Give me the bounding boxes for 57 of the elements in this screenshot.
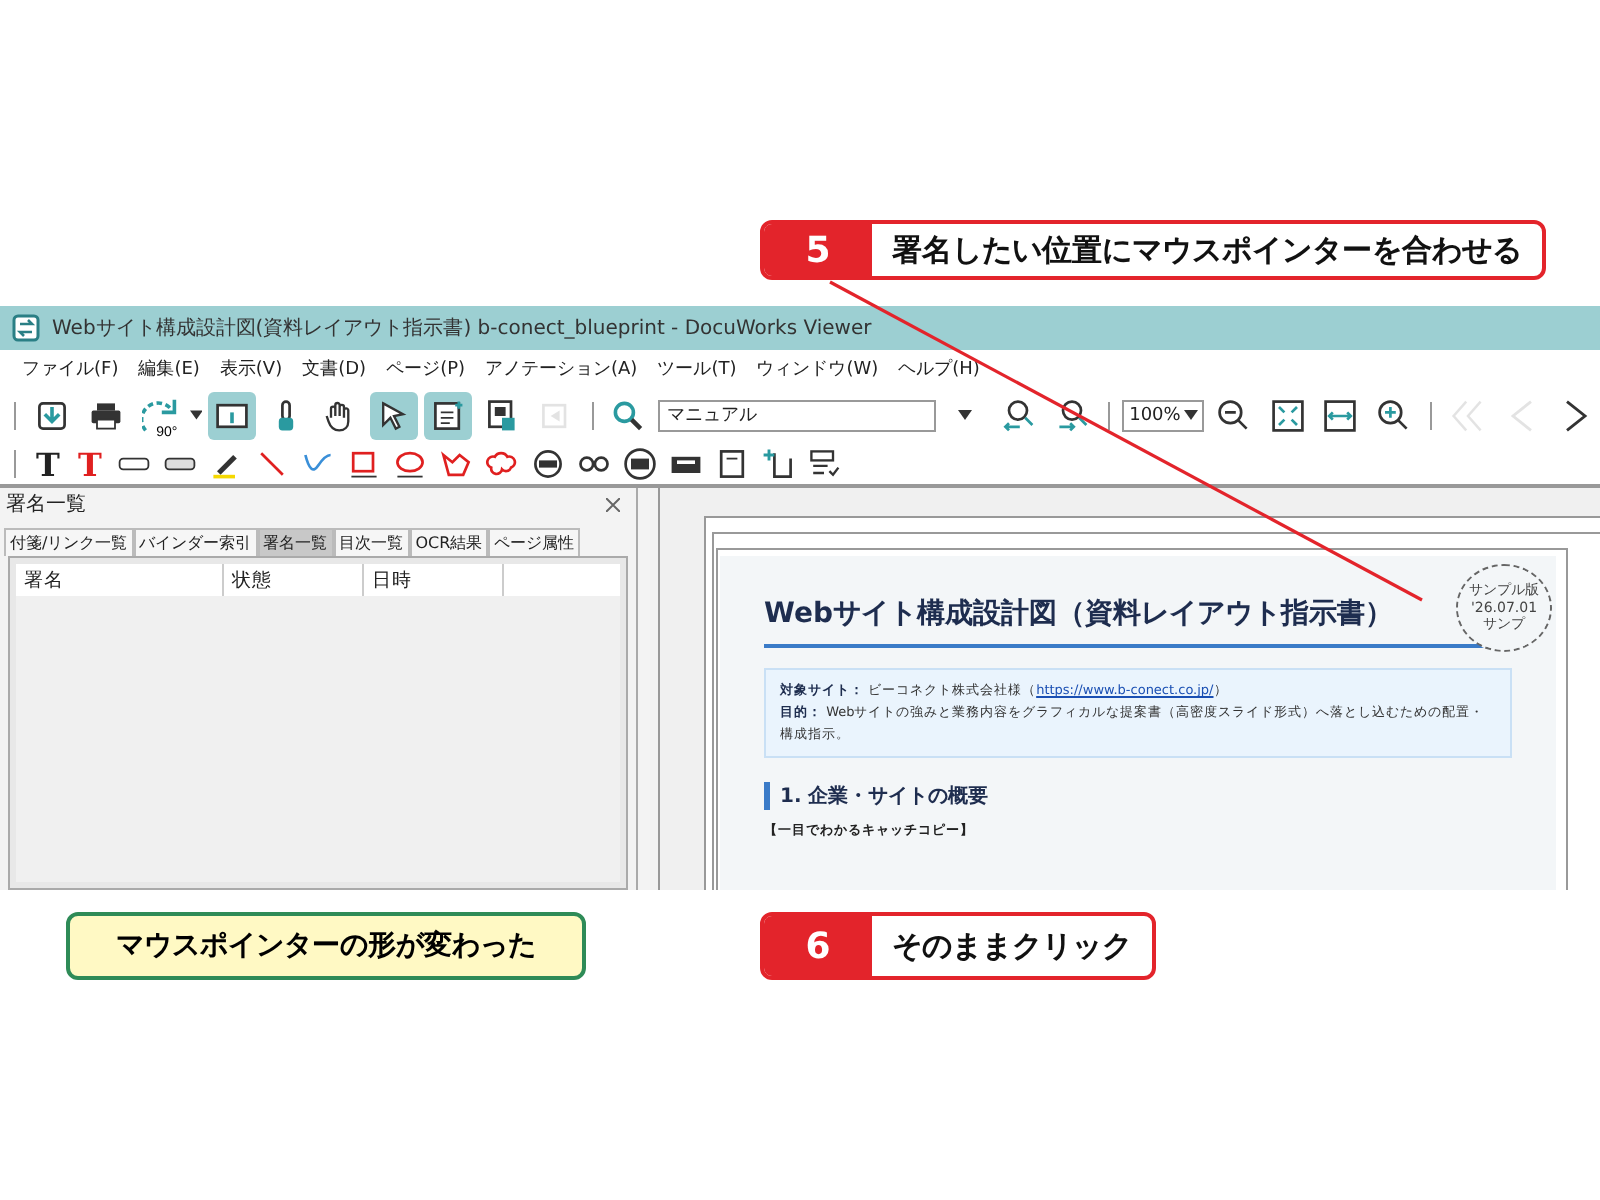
toolbar-button[interactable] [369,391,418,439]
menu-item[interactable]: 編集(E) [128,355,210,381]
panel-tab[interactable]: 目次一覧 [333,528,410,556]
zoom-field[interactable]: 100% [1121,399,1204,431]
panel-tab[interactable]: バインダー索引 [133,528,258,556]
zoom-out-icon [1215,397,1252,433]
panel-tab[interactable]: 付箋/リンク一覧 [4,528,134,556]
page-icon [714,446,750,482]
checklist-icon [806,446,842,482]
caret-icon[interactable] [1183,410,1198,420]
menu-item[interactable]: 文書(D) [292,355,377,381]
menu-item[interactable]: ファイル(F) [12,355,129,381]
step-number: 5 [764,224,872,276]
toolbar-button[interactable] [423,391,472,439]
caret-icon[interactable] [189,410,203,420]
panel-tab[interactable]: 署名一覧 [257,528,334,556]
ellipse-icon [392,446,428,482]
rectangle-icon [346,446,382,482]
panel-title: 署名一覧 [6,491,86,518]
panel-tab[interactable]: ページ属性 [488,528,581,556]
caret-icon[interactable] [957,410,972,420]
menu-item[interactable]: アノテーション(A) [475,355,648,381]
search-field[interactable]: マニュアル [658,399,936,431]
polygon-icon [438,446,474,482]
text-tool[interactable]: T [74,445,106,483]
menu-item[interactable]: ウィンドウ(W) [746,355,889,381]
print-icon [87,397,124,433]
document-icon [429,397,466,433]
toolbar-button[interactable] [208,391,257,439]
search-icon [610,397,647,433]
section-heading: 1. 企業・サイトの概要 [764,782,1512,811]
splitter-bar[interactable] [638,488,660,890]
menu-item[interactable]: 表示(V) [209,355,293,381]
rotate-icon [141,397,178,433]
panel-tab[interactable]: OCR結果 [409,528,489,556]
zoom-in-icon [1376,397,1413,433]
stamp-icon [622,446,658,482]
find-previous-icon [999,397,1036,433]
image-icon [483,397,520,433]
stamp-icon [530,446,566,482]
step-number: 6 [764,916,872,976]
menu-item[interactable]: ツール(T) [647,355,747,381]
menu-item[interactable]: ヘルプ(H) [888,355,990,381]
text-tool[interactable]: T [32,445,64,483]
app-icon [12,314,40,342]
find-next-icon [1053,397,1090,433]
fit-page-icon [1269,397,1306,433]
window-title: Webサイト構成設計図(資料レイアウト指示書) b-conect_blueprint - DocuWorks Viewer [52,315,872,342]
note-callout: マウスポインターの形が変わった [66,912,586,980]
double-chevron-left-icon [1450,397,1487,433]
download-icon [33,397,70,433]
add-page-icon [760,446,796,482]
callout-text: 署名したい位置にマウスポインターを合わせる [890,229,1524,271]
close-icon[interactable] [606,497,620,511]
menu-item[interactable]: ページ(P) [376,355,476,381]
callout-text: そのままクリック [890,925,1134,967]
fit-width-icon [1322,397,1359,433]
